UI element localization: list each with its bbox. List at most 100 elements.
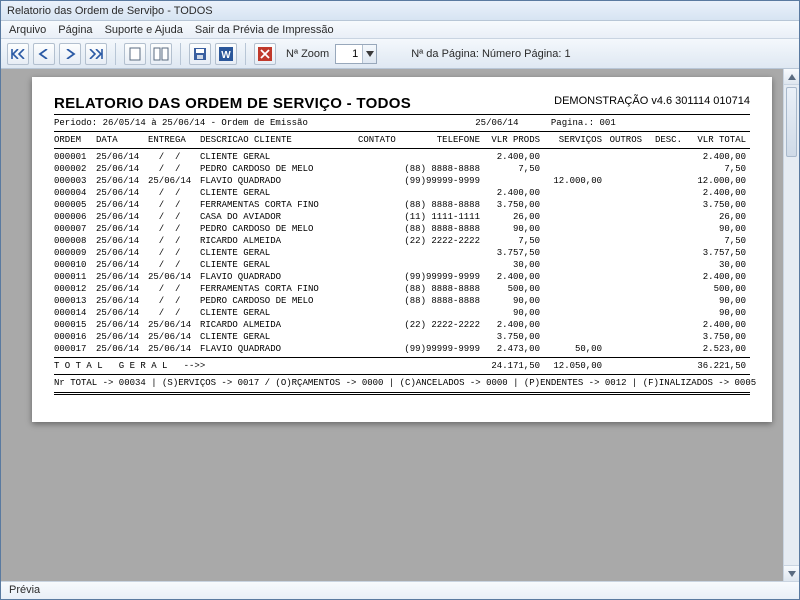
cell-entrega: / / [148,151,200,163]
menu-suporte[interactable]: Suporte e Ajuda [105,24,183,36]
cell-entrega: / / [148,187,200,199]
col-desc: DESC. [642,134,682,146]
report-header-right: DEMONSTRAÇÃO v4.6 301114 010714 [554,95,750,107]
cell-ou [602,247,642,259]
close-preview-button[interactable] [254,43,276,65]
cell-data: 25/06/14 [96,319,148,331]
rule [54,148,750,149]
cell-tel: (88) 8888-8888 [398,223,480,235]
cell-cliente: FLAVIO QUADRADO [200,175,358,187]
cell-sv [540,211,602,223]
cell-cliente: FERRAMENTAS CORTA FINO [200,199,358,211]
column-headers: ORDEM DATA ENTREGA DESCRICAO CLIENTE CON… [54,134,750,146]
cell-data: 25/06/14 [96,271,148,283]
menu-pagina[interactable]: Página [58,24,92,36]
cell-contato [358,283,398,295]
cell-dc [642,343,682,355]
cell-ordem: 000013 [54,295,96,307]
cell-contato [358,163,398,175]
cell-dc [642,247,682,259]
cell-ordem: 000017 [54,343,96,355]
vertical-scrollbar[interactable] [783,69,799,581]
cell-vp [480,175,540,187]
cell-vp: 26,00 [480,211,540,223]
cell-vt: 2.523,00 [682,343,746,355]
table-row: 00000325/06/1425/06/14FLAVIO QUADRADO(99… [54,175,750,187]
zoom-dropdown-button[interactable] [362,45,376,63]
cell-tel [398,187,480,199]
cell-vt: 500,00 [682,283,746,295]
cell-ou [602,235,642,247]
nav-last-button[interactable] [85,43,107,65]
col-data: DATA [96,134,148,146]
cell-vp: 2.473,00 [480,343,540,355]
toolbar: W Nª Zoom Nª da Página: Número Página: 1 [1,39,799,69]
cell-vp: 30,00 [480,259,540,271]
cell-ou [602,211,642,223]
cell-ou [602,271,642,283]
cell-cliente: FERRAMENTAS CORTA FINO [200,283,358,295]
zoom-input[interactable] [336,45,362,63]
scroll-down-button[interactable] [784,565,799,581]
report-footer: Nr TOTAL -> 00034 | (S)ERVIÇOS -> 0017 /… [54,377,750,389]
cell-tel: (88) 8888-8888 [398,163,480,175]
col-cliente: DESCRICAO CLIENTE [200,134,358,146]
cell-dc [642,151,682,163]
cell-entrega: 25/06/14 [148,319,200,331]
cell-cliente: CLIENTE GERAL [200,259,358,271]
cell-vt: 2.400,00 [682,151,746,163]
col-ordem: ORDEM [54,134,96,146]
cell-sv [540,223,602,235]
cell-vp: 2.400,00 [480,271,540,283]
cell-tel: (99)99999-9999 [398,271,480,283]
cell-entrega: / / [148,211,200,223]
zoom-selector[interactable] [335,44,377,64]
report-period: Periodo: 26/05/14 à 25/06/14 - Ordem de … [54,118,308,128]
cell-ou [602,223,642,235]
cell-data: 25/06/14 [96,247,148,259]
col-entrega: ENTREGA [148,134,200,146]
nav-first-button[interactable] [7,43,29,65]
table-row: 00001125/06/1425/06/14FLAVIO QUADRADO(99… [54,271,750,283]
cell-ou [602,163,642,175]
cell-vt: 90,00 [682,295,746,307]
report-date: 25/06/14 [475,118,518,128]
cell-dc [642,235,682,247]
save-button[interactable] [189,43,211,65]
nav-prev-icon [38,49,50,59]
cell-vt: 3.750,00 [682,331,746,343]
cell-entrega: 25/06/14 [148,175,200,187]
page-single-button[interactable] [124,43,146,65]
menu-sair[interactable]: Sair da Prévia de Impressão [195,24,334,36]
col-servicos: SERVIÇOS [540,134,602,146]
cell-cliente: CLIENTE GERAL [200,247,358,259]
cell-ordem: 000015 [54,319,96,331]
report-page: DEMONSTRAÇÃO v4.6 301114 010714 RELATORI… [32,77,772,422]
cell-ordem: 000007 [54,223,96,235]
page-double-button[interactable] [150,43,172,65]
nav-next-button[interactable] [59,43,81,65]
menu-arquivo[interactable]: Arquivo [9,24,46,36]
cell-ou [602,295,642,307]
col-contato: CONTATO [358,134,398,146]
cell-vp: 3.757,50 [480,247,540,259]
cell-ordem: 000008 [54,235,96,247]
nav-prev-button[interactable] [33,43,55,65]
cell-sv [540,271,602,283]
cell-vt: 2.400,00 [682,187,746,199]
cell-dc [642,307,682,319]
export-word-button[interactable]: W [215,43,237,65]
cell-data: 25/06/14 [96,235,148,247]
cell-sv [540,163,602,175]
cell-sv [540,331,602,343]
chevron-up-icon [788,74,796,80]
cell-ou [602,259,642,271]
scroll-thumb[interactable] [786,87,797,157]
table-row: 00000225/06/14 / /PEDRO CARDOSO DE MELO(… [54,163,750,175]
total-vp: 24.171,50 [480,360,540,372]
cell-vp: 90,00 [480,295,540,307]
cell-contato [358,187,398,199]
cell-ordem: 000005 [54,199,96,211]
preview-viewport[interactable]: DEMONSTRAÇÃO v4.6 301114 010714 RELATORI… [1,69,799,581]
scroll-up-button[interactable] [784,69,799,85]
